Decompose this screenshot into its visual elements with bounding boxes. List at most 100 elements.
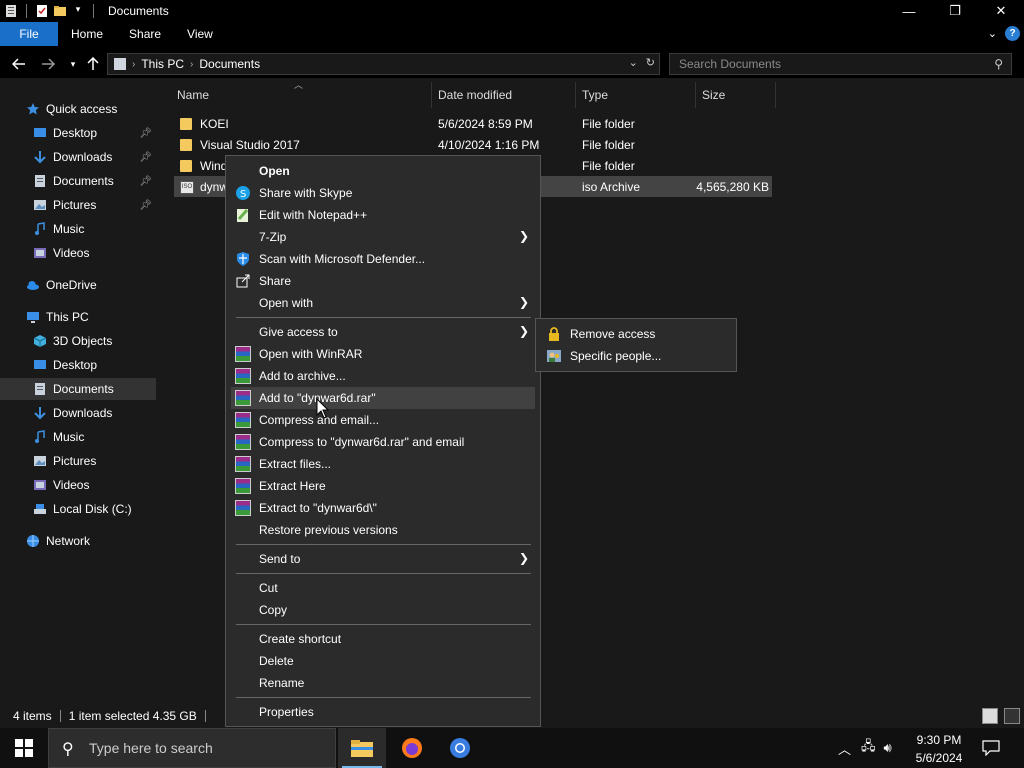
taskbar-search-input[interactable]: ⚲ Type here to search [48,728,336,768]
menu-item-send-to[interactable]: Send to ❯ [231,548,535,570]
winrar-icon [235,390,251,406]
sidebar-item-this-pc[interactable]: This PC [0,306,156,328]
breadcrumb-documents[interactable]: Documents [199,57,260,71]
clock[interactable]: 9:30 PM 5/6/2024 [900,730,978,766]
show-hidden-icons-chevron-icon[interactable]: ︿ [838,739,851,758]
menu-item-create-shortcut[interactable]: Create shortcut [231,628,535,650]
sidebar-item-videos[interactable]: Videos [0,242,156,264]
help-icon[interactable]: ? [1005,26,1020,41]
browser-taskbar-icon[interactable] [436,728,484,768]
breadcrumb-this-pc[interactable]: This PC [141,57,184,71]
up-arrow-icon[interactable] [84,54,102,74]
refresh-icon[interactable]: ↻ [646,56,655,69]
sidebar-item-label: 3D Objects [53,334,113,348]
sidebar-item-music[interactable]: Music [0,218,156,240]
menu-item-add-archive[interactable]: Add to archive... [231,365,535,387]
back-arrow-icon[interactable] [10,54,28,74]
expand-ribbon-icon[interactable]: ⌄ [988,27,997,40]
sidebar-item-desktop-pinned[interactable]: Desktop 📌︎ [0,122,156,144]
menu-item-share[interactable]: Share [231,270,535,292]
file-type: iso Archive [582,180,641,194]
volume-icon[interactable]: 🔊︎ [884,740,892,756]
menu-item-scan-defender[interactable]: Scan with Microsoft Defender... [231,248,535,270]
tab-share[interactable]: Share [116,22,174,46]
menu-item-restore-versions[interactable]: Restore previous versions [231,519,535,541]
videos-icon [33,478,47,492]
tab-view[interactable]: View [174,22,226,46]
forward-arrow-icon[interactable] [39,54,57,74]
sidebar-item-downloads[interactable]: Downloads [0,402,156,424]
folder-icon [180,139,192,151]
menu-item-properties[interactable]: Properties [231,701,535,723]
menu-item-share-skype[interactable]: S Share with Skype [231,182,535,204]
menu-item-add-rar[interactable]: Add to "dynwar6d.rar" [231,387,535,409]
file-explorer-taskbar-icon[interactable] [338,728,386,768]
sidebar-item-onedrive[interactable]: OneDrive [0,274,156,296]
menu-item-rename[interactable]: Rename [231,672,535,694]
address-bar[interactable]: › This PC › Documents ⌄ ↻ [107,53,660,75]
menu-item-give-access[interactable]: Give access to ❯ [231,321,535,343]
menu-item-copy[interactable]: Copy [231,599,535,621]
address-dropdown-icon[interactable]: ⌄ [629,56,638,69]
file-row[interactable]: KOEI 5/6/2024 8:59 PM File folder [174,113,772,134]
sidebar-item-videos-pc[interactable]: Videos [0,474,156,496]
menu-item-open-winrar[interactable]: Open with WinRAR [231,343,535,365]
sidebar-item-downloads-pinned[interactable]: Downloads 📌︎ [0,146,156,168]
search-input[interactable]: Search Documents ⚲ [669,53,1012,75]
maximize-button[interactable]: ❐ [932,0,978,22]
sidebar-item-desktop[interactable]: Desktop [0,354,156,376]
menu-item-cut[interactable]: Cut [231,577,535,599]
sidebar-item-pictures-pinned[interactable]: Pictures 📌︎ [0,194,156,216]
submenu-item-remove-access[interactable]: Remove access [540,323,732,345]
column-header-type[interactable]: Type [576,82,696,108]
column-header-size[interactable]: Size [696,82,776,108]
chevron-down-icon[interactable]: ▾ [71,4,85,18]
pin-icon[interactable]: 📌︎ [139,176,152,187]
menu-item-delete[interactable]: Delete [231,650,535,672]
menu-item-open-with[interactable]: Open with ❯ [231,292,535,314]
menu-item-edit-notepad[interactable]: Edit with Notepad++ [231,204,535,226]
explorer-icon[interactable] [4,4,18,18]
menu-item-compress-email[interactable]: Compress and email... [231,409,535,431]
recent-locations-chevron-icon[interactable]: ▾ [64,54,82,74]
new-folder-icon[interactable] [53,4,67,18]
close-button[interactable]: ✕ [978,0,1024,22]
menu-item-7zip[interactable]: 7-Zip ❯ [231,226,535,248]
title-bar: ▾ Documents — ❐ ✕ [0,0,1024,22]
menu-item-extract-to[interactable]: Extract to "dynwar6d\" [231,497,535,519]
details-view-icon[interactable] [982,708,998,724]
pin-icon[interactable]: 📌︎ [139,200,152,211]
file-name: dynw [200,180,229,194]
submenu-item-specific-people[interactable]: Specific people... [540,345,732,367]
pictures-icon [33,198,47,212]
network-status-icon[interactable]: 🖧︎ [861,737,876,759]
column-header-date[interactable]: Date modified [432,82,576,108]
sidebar-item-network[interactable]: Network [0,530,156,552]
start-button[interactable] [0,728,48,768]
sidebar-item-music-pc[interactable]: Music [0,426,156,448]
pin-icon[interactable]: 📌︎ [139,152,152,163]
sidebar-item-documents[interactable]: Documents [0,378,156,400]
folder-icon [180,160,192,172]
sidebar-item-3d-objects[interactable]: 3D Objects [0,330,156,352]
file-row[interactable]: Visual Studio 2017 4/10/2024 1:16 PM Fil… [174,134,772,155]
tab-home[interactable]: Home [58,22,116,46]
menu-item-open[interactable]: Open [231,160,535,182]
sidebar-item-quick-access[interactable]: Quick access [0,98,156,120]
minimize-button[interactable]: — [886,0,932,22]
sidebar-item-documents-pinned[interactable]: Documents 📌︎ [0,170,156,192]
properties-icon[interactable] [35,4,49,18]
menu-item-compress-rar-email[interactable]: Compress to "dynwar6d.rar" and email [231,431,535,453]
menu-item-extract-here[interactable]: Extract Here [231,475,535,497]
column-header-name[interactable]: Name [171,82,432,108]
pin-icon[interactable]: 📌︎ [139,128,152,139]
sidebar-item-pictures[interactable]: Pictures [0,450,156,472]
firefox-taskbar-icon[interactable] [388,728,436,768]
notifications-icon[interactable] [982,728,1000,768]
menu-item-extract-files[interactable]: Extract files... [231,453,535,475]
breadcrumb-separator-icon: › [190,58,194,70]
large-icons-view-icon[interactable] [1004,708,1020,724]
window-title: Documents [108,4,169,18]
sidebar-item-local-disk[interactable]: Local Disk (C:) [0,498,156,520]
tab-file[interactable]: File [0,22,58,46]
